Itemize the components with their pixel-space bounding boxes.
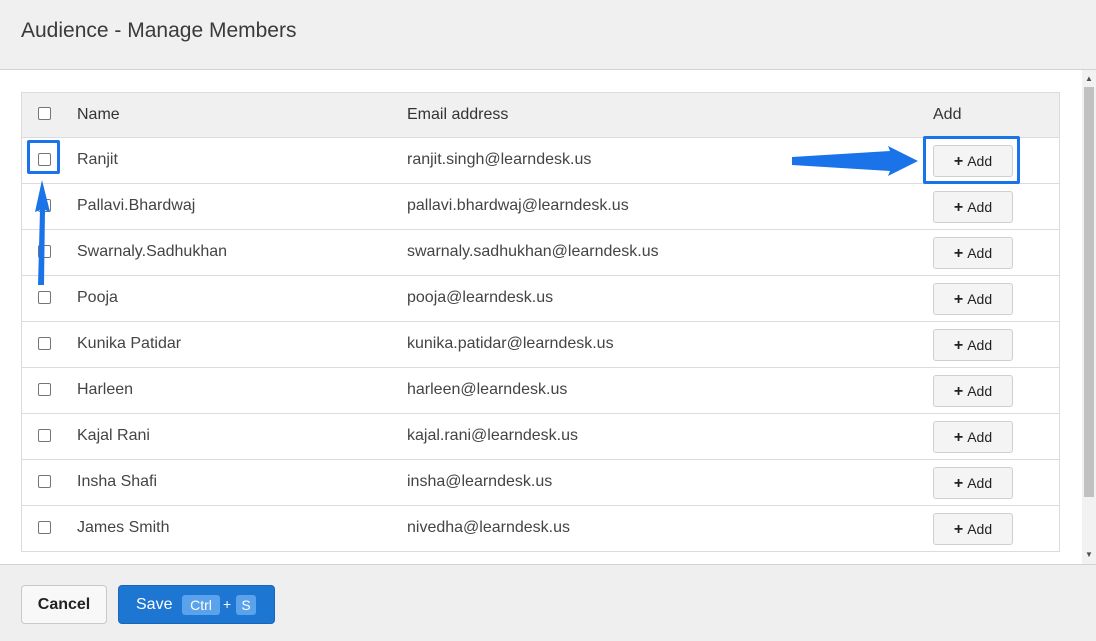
table-row: Pooja pooja@learndesk.us + Add xyxy=(22,276,1059,322)
row-checkbox[interactable] xyxy=(38,383,52,397)
member-name: Pallavi.Bhardwaj xyxy=(77,197,196,214)
highlight-box-add-button xyxy=(923,136,1020,184)
row-checkbox[interactable] xyxy=(38,521,52,535)
add-member-button[interactable]: + Add xyxy=(933,421,1013,453)
shortcut-ctrl-key: Ctrl xyxy=(182,595,220,615)
add-member-button[interactable]: + Add xyxy=(933,191,1013,223)
plus-icon: + xyxy=(953,291,964,308)
plus-icon: + xyxy=(953,245,964,262)
row-checkbox[interactable] xyxy=(38,291,52,305)
table-row: Pallavi.Bhardwaj pallavi.bhardwaj@learnde… xyxy=(22,184,1059,230)
plus-icon: + xyxy=(953,429,964,446)
member-email: swarnaly.sadhukhan@learndesk.us xyxy=(407,243,659,260)
table-header: Name Email address Add xyxy=(22,93,1059,138)
member-name: Kunika Patidar xyxy=(77,335,182,352)
add-button-label: Add xyxy=(967,337,993,353)
row-checkbox[interactable] xyxy=(38,245,52,259)
row-checkbox[interactable] xyxy=(38,429,52,443)
row-checkbox[interactable] xyxy=(38,199,52,213)
dialog-title: Audience - Manage Members xyxy=(21,19,297,42)
member-name: Harleen xyxy=(77,381,134,398)
column-header-add: Add xyxy=(933,106,962,123)
save-button-label: Save xyxy=(136,596,173,613)
add-button-label: Add xyxy=(967,475,993,491)
add-member-button[interactable]: + Add xyxy=(933,329,1013,361)
plus-icon: + xyxy=(953,199,964,216)
add-button-label: Add xyxy=(967,199,993,215)
plus-icon: + xyxy=(953,521,964,538)
shortcut-plus: + xyxy=(223,596,232,612)
dialog-header: Audience - Manage Members xyxy=(0,0,1096,70)
add-button-label: Add xyxy=(967,521,993,537)
table-row: Insha Shafi insha@learndesk.us + Add xyxy=(22,460,1059,506)
table-row: Harleen harleen@learndesk.us + Add xyxy=(22,368,1059,414)
members-table: Name Email address Add Ranjit ranjit.sing… xyxy=(21,92,1060,552)
scrollbar-thumb[interactable] xyxy=(1084,87,1094,497)
shortcut-s-key: S xyxy=(236,595,256,615)
member-name: Pooja xyxy=(77,289,118,306)
vertical-scrollbar[interactable]: ▲ ▼ xyxy=(1082,70,1096,564)
select-all-checkbox[interactable] xyxy=(38,107,52,121)
column-header-email[interactable]: Email address xyxy=(407,106,508,124)
member-email: kajal.rani@learndesk.us xyxy=(407,427,578,444)
member-email: insha@learndesk.us xyxy=(407,473,553,490)
member-email: kunika.patidar@learndesk.us xyxy=(407,335,614,352)
add-member-button[interactable]: + Add xyxy=(933,283,1013,315)
table-row: Kajal Rani kajal.rani@learndesk.us + Add xyxy=(22,414,1059,460)
highlight-box-checkbox xyxy=(27,140,60,174)
plus-icon: + xyxy=(953,475,964,492)
add-member-button[interactable]: + Add xyxy=(933,237,1013,269)
table-row: Kunika Patidar kunika.patidar@learndesk.u… xyxy=(22,322,1059,368)
add-member-button[interactable]: + Add xyxy=(933,513,1013,545)
column-header-name[interactable]: Name xyxy=(77,106,120,124)
row-checkbox[interactable] xyxy=(38,337,52,351)
table-row: Ranjit ranjit.singh@learndesk.us + Add xyxy=(22,138,1059,184)
member-name: Kajal Rani xyxy=(77,427,150,444)
member-email: nivedha@learndesk.us xyxy=(407,519,571,536)
dialog-footer: Cancel Save Ctrl + S xyxy=(0,564,1096,641)
member-email: pooja@learndesk.us xyxy=(407,289,554,306)
table-row: Swarnaly.Sadhukhan swarnaly.sadhukhan@lea… xyxy=(22,230,1059,276)
scroll-down-icon[interactable]: ▼ xyxy=(1082,548,1096,562)
add-member-button[interactable]: + Add xyxy=(933,467,1013,499)
table-row: James Smith nivedha@learndesk.us + Add xyxy=(22,506,1059,552)
cancel-button[interactable]: Cancel xyxy=(21,585,107,624)
member-email: ranjit.singh@learndesk.us xyxy=(407,151,592,168)
scroll-up-icon[interactable]: ▲ xyxy=(1082,72,1096,86)
add-button-label: Add xyxy=(967,383,993,399)
row-checkbox[interactable] xyxy=(38,475,52,489)
save-button[interactable]: Save Ctrl + S xyxy=(118,585,275,624)
add-button-label: Add xyxy=(967,291,993,307)
add-member-button[interactable]: + Add xyxy=(933,375,1013,407)
plus-icon: + xyxy=(953,337,964,354)
add-button-label: Add xyxy=(967,429,993,445)
member-name: Ranjit xyxy=(77,151,118,168)
add-button-label: Add xyxy=(967,245,993,261)
plus-icon: + xyxy=(953,383,964,400)
member-email: harleen@learndesk.us xyxy=(407,381,568,398)
member-name: Swarnaly.Sadhukhan xyxy=(77,243,228,260)
member-name: Insha Shafi xyxy=(77,473,158,490)
member-email: pallavi.bhardwaj@learndesk.us xyxy=(407,197,629,214)
member-name: James Smith xyxy=(77,519,170,536)
